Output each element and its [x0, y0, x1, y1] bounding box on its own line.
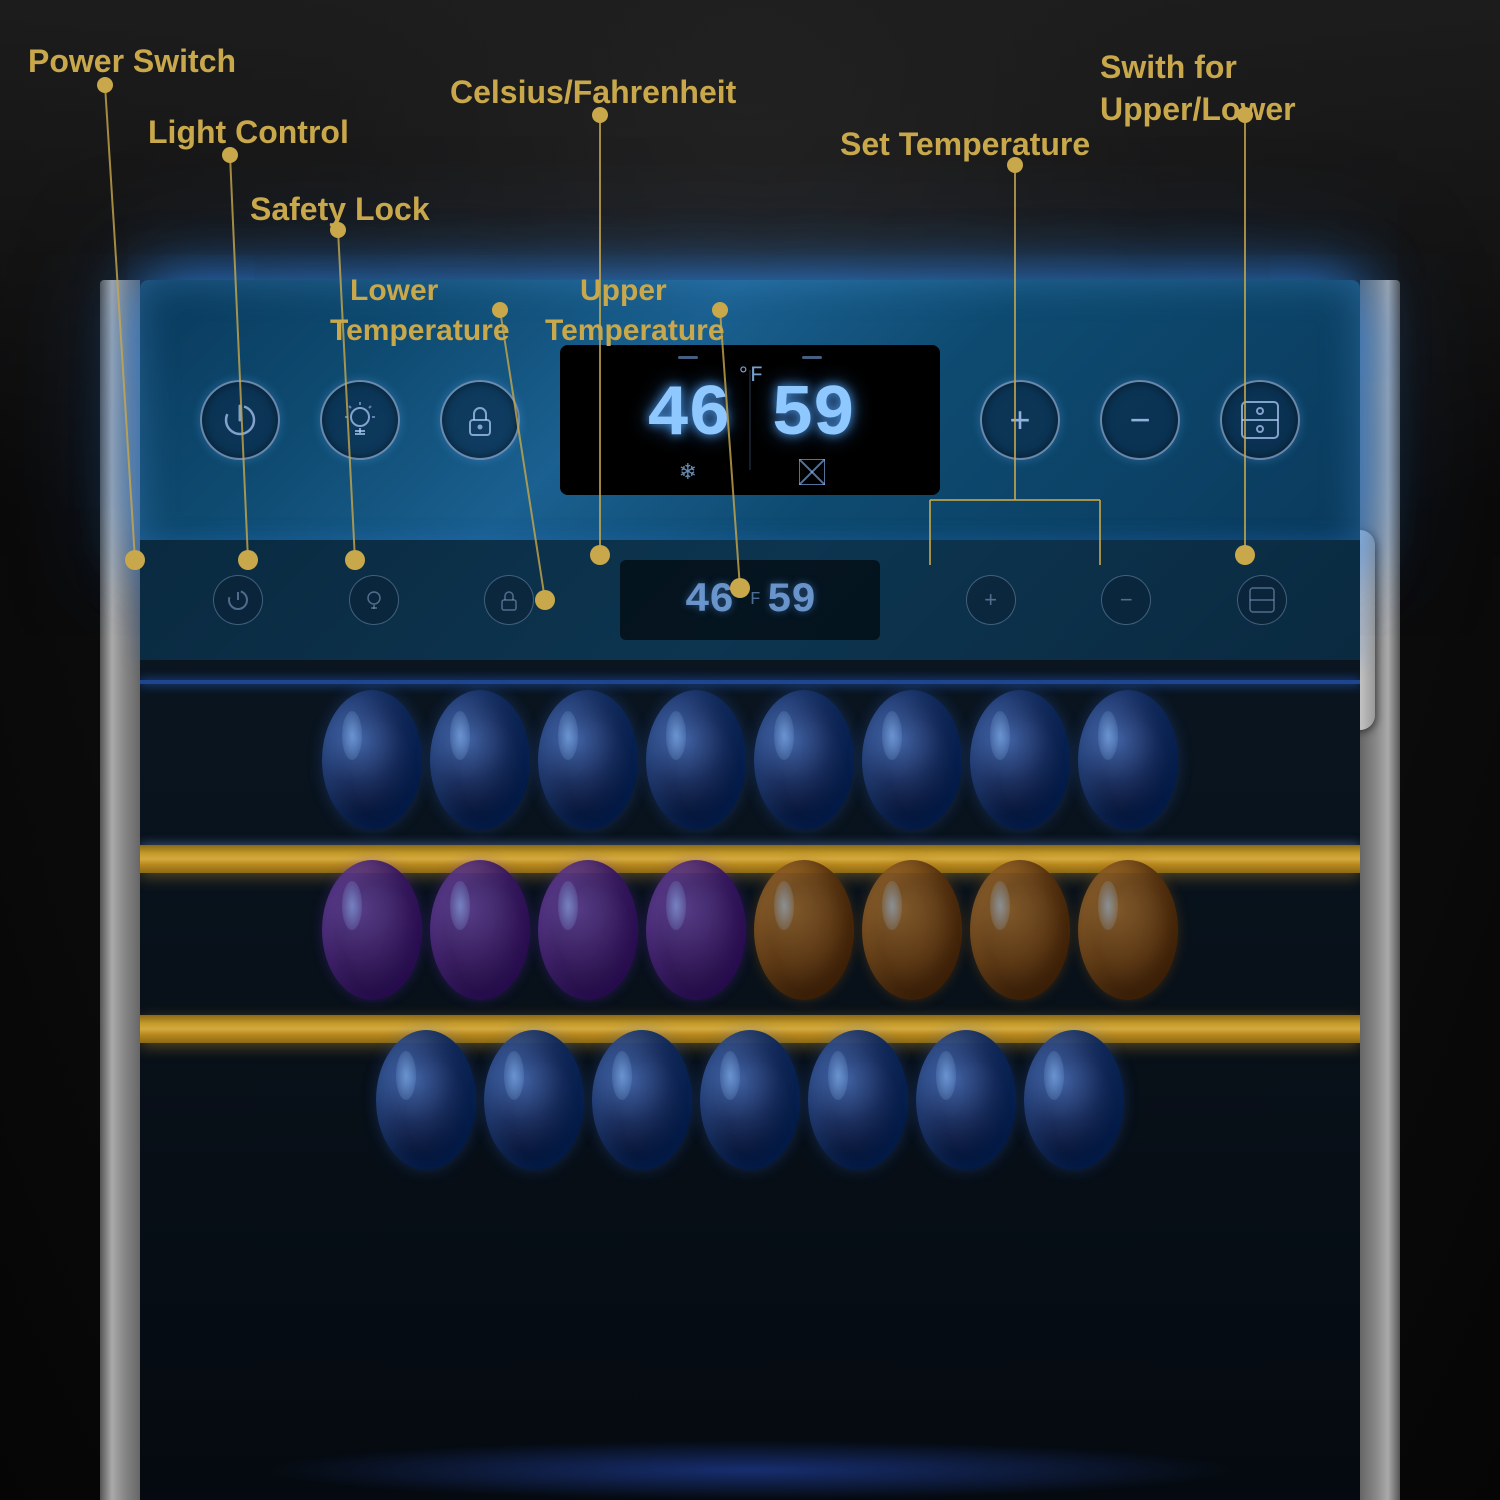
small-unit: °F [739, 590, 761, 610]
wine-shelf-3 [140, 1030, 1360, 1170]
wine-bottle-1-5 [754, 690, 854, 830]
wine-bottle-2-6 [862, 860, 962, 1000]
small-lock-icon [496, 587, 522, 613]
lock-icon [460, 400, 500, 440]
wine-bottle-1-3 [538, 690, 638, 830]
wine-bottle-2-7 [970, 860, 1070, 1000]
wine-shelf-1 [140, 690, 1360, 830]
small-minus-icon: − [1120, 587, 1133, 613]
secondary-control-panel: 46 °F 59 + − [140, 540, 1360, 660]
lower-temp-top-icon [673, 354, 703, 374]
wine-bottle-3-6 [916, 1030, 1016, 1170]
small-plus-button[interactable]: + [966, 575, 1016, 625]
right-panel [1360, 280, 1400, 1500]
light-control-button[interactable] [320, 380, 400, 460]
wine-bottle-2-4 [646, 860, 746, 1000]
wine-bottle-3-4 [700, 1030, 800, 1170]
plus-icon: + [1009, 399, 1030, 441]
small-power-icon [225, 587, 251, 613]
temperature-display: 46 ❄ °F 59 [560, 345, 940, 495]
small-power-button[interactable] [213, 575, 263, 625]
small-minus-button[interactable]: − [1101, 575, 1151, 625]
wine-bottle-1-6 [862, 690, 962, 830]
small-switch-icon [1248, 586, 1276, 614]
power-button[interactable] [200, 380, 280, 460]
wine-bottle-1-4 [646, 690, 746, 830]
wine-bottle-3-2 [484, 1030, 584, 1170]
wine-bottle-1-1 [322, 690, 422, 830]
safety-lock-button[interactable] [440, 380, 520, 460]
led-strip-1 [140, 680, 1360, 684]
small-lock-button[interactable] [484, 575, 534, 625]
upper-temp-top-icon [797, 354, 827, 374]
small-light-button[interactable] [349, 575, 399, 625]
wine-storage-area [140, 660, 1360, 1500]
cross-icon [799, 459, 825, 487]
wine-bottle-2-5 [754, 860, 854, 1000]
upper-temp-section: 59 [751, 344, 873, 497]
wine-bottle-3-7 [1024, 1030, 1124, 1170]
light-icon [340, 400, 380, 440]
wine-bottle-3-3 [592, 1030, 692, 1170]
wine-bottle-3-1 [376, 1030, 476, 1170]
wine-bottle-2-3 [538, 860, 638, 1000]
wine-bottle-2-2 [430, 860, 530, 1000]
switch-icon [1238, 398, 1282, 442]
controls-row: 46 ❄ °F 59 [140, 340, 1360, 500]
wine-bottle-2-8 [1078, 860, 1178, 1000]
bottom-glow [262, 1440, 1238, 1500]
small-plus-icon: + [984, 587, 997, 613]
plus-button[interactable]: + [980, 380, 1060, 460]
wine-bottle-1-2 [430, 690, 530, 830]
small-temp-display: 46 °F 59 [620, 560, 880, 640]
wine-cooler: 46 ❄ °F 59 [100, 280, 1400, 1500]
switch-upper-lower-button[interactable] [1220, 380, 1300, 460]
main-control-panel: 46 ❄ °F 59 [140, 280, 1360, 560]
upper-temp-value: 59 [771, 379, 853, 451]
snowflake-icon: ❄ [679, 459, 697, 487]
small-upper-temp: 59 [767, 576, 815, 624]
wine-bottle-3-5 [808, 1030, 908, 1170]
lower-temp-value: 46 [647, 379, 729, 451]
minus-button[interactable]: − [1100, 380, 1180, 460]
wine-bottle-1-8 [1078, 690, 1178, 830]
wine-bottle-1-7 [970, 690, 1070, 830]
small-lower-temp: 46 [685, 576, 733, 624]
minus-icon: − [1129, 399, 1150, 441]
small-light-icon [361, 587, 387, 613]
wine-bottle-2-1 [322, 860, 422, 1000]
wine-shelf-2 [140, 860, 1360, 1000]
small-switch-button[interactable] [1237, 575, 1287, 625]
power-icon [220, 400, 260, 440]
left-panel [100, 280, 140, 1500]
lower-temp-section: 46 ❄ [627, 344, 749, 497]
